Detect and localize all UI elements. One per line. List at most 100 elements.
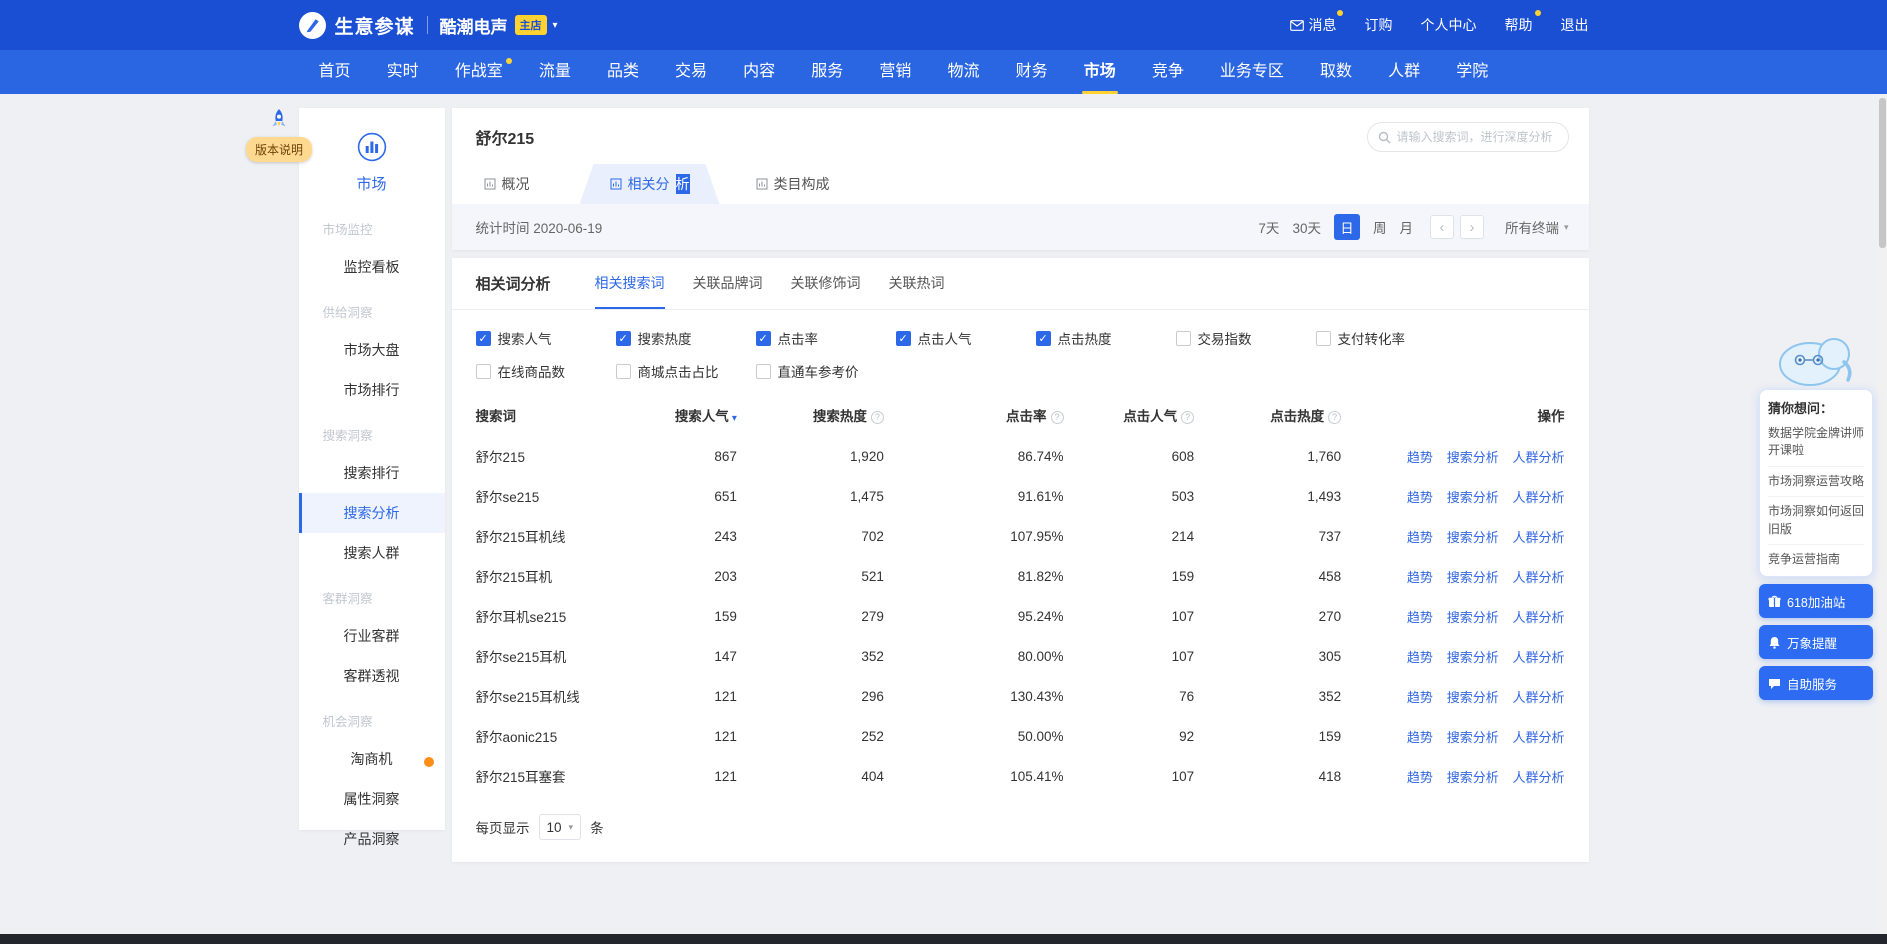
search-analysis-link[interactable]: 搜索分析 <box>1447 490 1499 505</box>
search-analysis-link[interactable]: 搜索分析 <box>1447 610 1499 625</box>
nav-content[interactable]: 内容 <box>743 50 775 94</box>
nav-market[interactable]: 市场 <box>1084 50 1116 94</box>
nav-crowd[interactable]: 人群 <box>1388 50 1420 94</box>
crowd-analysis-link[interactable]: 人群分析 <box>1512 490 1564 505</box>
question-circle-icon[interactable]: ? <box>1181 411 1194 424</box>
filter-click-rate[interactable]: 点击率 <box>756 328 896 348</box>
browser-scrollbar[interactable] <box>1878 94 1887 934</box>
crowd-analysis-link[interactable]: 人群分析 <box>1512 570 1564 585</box>
tab-overview[interactable]: 概况 <box>476 164 538 204</box>
nav-category[interactable]: 品类 <box>607 50 639 94</box>
nav-finance[interactable]: 财务 <box>1016 50 1048 94</box>
col-search-popularity[interactable]: 搜索人气▾ <box>639 394 737 436</box>
nav-academy[interactable]: 学院 <box>1456 50 1488 94</box>
elephant-mascot-icon[interactable] <box>1759 330 1873 393</box>
granularity-month-button[interactable]: 月 <box>1399 217 1413 237</box>
col-click-popularity[interactable]: 点击人气? <box>1064 394 1195 436</box>
event-618-button[interactable]: 618加油站 <box>1759 584 1873 618</box>
trend-link[interactable]: 趋势 <box>1407 730 1433 745</box>
profile-link[interactable]: 个人中心 <box>1421 15 1477 35</box>
version-note-label[interactable]: 版本说明 <box>246 137 312 162</box>
subtab-related-modifier-words[interactable]: 关联修饰词 <box>791 258 861 309</box>
subscribe-link[interactable]: 订购 <box>1365 15 1393 35</box>
self-service-button[interactable]: 自助服务 <box>1759 666 1873 700</box>
sidebar-item-search-crowd[interactable]: 搜索人群 <box>299 533 445 573</box>
nav-traffic[interactable]: 流量 <box>539 50 571 94</box>
trend-link[interactable]: 趋势 <box>1407 650 1433 665</box>
nav-home[interactable]: 首页 <box>319 50 351 94</box>
keyword-search-box[interactable] <box>1367 122 1569 152</box>
filter-search-popularity[interactable]: 搜索人气 <box>476 328 616 348</box>
granularity-day-button[interactable]: 日 <box>1334 214 1360 240</box>
col-click-rate[interactable]: 点击率? <box>884 394 1064 436</box>
question-link[interactable]: 竞争运营指南 <box>1768 545 1864 574</box>
nav-war-room[interactable]: 作战室 <box>455 50 503 94</box>
trend-link[interactable]: 趋势 <box>1407 570 1433 585</box>
trend-link[interactable]: 趋势 <box>1407 530 1433 545</box>
nav-marketing[interactable]: 营销 <box>879 50 911 94</box>
range-7d-button[interactable]: 7天 <box>1258 217 1279 237</box>
search-input[interactable] <box>1397 130 1558 144</box>
search-analysis-link[interactable]: 搜索分析 <box>1447 450 1499 465</box>
terminal-filter-dropdown[interactable]: 所有终端 ▾ <box>1505 217 1569 237</box>
nav-realtime[interactable]: 实时 <box>387 50 419 94</box>
sidebar-item-crowd-perspective[interactable]: 客群透视 <box>299 656 445 696</box>
sort-desc-icon[interactable]: ▾ <box>732 413 737 424</box>
scrollbar-thumb[interactable] <box>1879 98 1886 248</box>
sidebar-item-attribute-insight[interactable]: 属性洞察 <box>299 779 445 819</box>
search-analysis-link[interactable]: 搜索分析 <box>1447 770 1499 785</box>
sidebar-item-search-analysis[interactable]: 搜索分析 <box>299 493 445 533</box>
shop-chevron-down-icon[interactable]: ▾ <box>553 20 558 31</box>
next-date-button[interactable]: › <box>1460 215 1484 239</box>
nav-trade[interactable]: 交易 <box>675 50 707 94</box>
granularity-week-button[interactable]: 周 <box>1373 217 1387 237</box>
sidebar-item-tao-opportunity[interactable]: 淘商机 <box>299 739 445 779</box>
crowd-analysis-link[interactable]: 人群分析 <box>1512 690 1564 705</box>
trend-link[interactable]: 趋势 <box>1407 770 1433 785</box>
question-circle-icon[interactable]: ? <box>1328 411 1341 424</box>
filter-click-popularity[interactable]: 点击人气 <box>896 328 1036 348</box>
filter-trade-index[interactable]: 交易指数 <box>1176 328 1316 348</box>
reminder-button[interactable]: 万象提醒 <box>1759 625 1873 659</box>
question-link[interactable]: 市场洞察如何返回旧版 <box>1768 497 1864 545</box>
nav-business-zone[interactable]: 业务专区 <box>1220 50 1284 94</box>
question-circle-icon[interactable]: ? <box>871 411 884 424</box>
crowd-analysis-link[interactable]: 人群分析 <box>1512 770 1564 785</box>
sidebar-item-search-ranking[interactable]: 搜索排行 <box>299 453 445 493</box>
version-note-float[interactable]: 版本说明 <box>246 108 312 162</box>
col-search-heat[interactable]: 搜索热度? <box>737 394 884 436</box>
crowd-analysis-link[interactable]: 人群分析 <box>1512 650 1564 665</box>
question-link[interactable]: 数据学院金牌讲师开课啦 <box>1768 419 1864 467</box>
trend-link[interactable]: 趋势 <box>1407 690 1433 705</box>
nav-competition[interactable]: 竞争 <box>1152 50 1184 94</box>
prev-date-button[interactable]: ‹ <box>1430 215 1454 239</box>
search-analysis-link[interactable]: 搜索分析 <box>1447 690 1499 705</box>
nav-service[interactable]: 服务 <box>811 50 843 94</box>
help-link[interactable]: 帮助 <box>1505 15 1533 35</box>
nav-logistics[interactable]: 物流 <box>947 50 979 94</box>
logout-link[interactable]: 退出 <box>1561 15 1589 35</box>
filter-mall-click-share[interactable]: 商城点击占比 <box>616 361 756 381</box>
sidebar-item-market-overview[interactable]: 市场大盘 <box>299 330 445 370</box>
filter-pay-conversion[interactable]: 支付转化率 <box>1316 328 1456 348</box>
trend-link[interactable]: 趋势 <box>1407 490 1433 505</box>
col-click-heat[interactable]: 点击热度? <box>1194 394 1341 436</box>
sidebar-item-market-ranking[interactable]: 市场排行 <box>299 370 445 410</box>
crowd-analysis-link[interactable]: 人群分析 <box>1512 610 1564 625</box>
crowd-analysis-link[interactable]: 人群分析 <box>1512 730 1564 745</box>
logo[interactable]: 生意参谋 <box>299 12 415 39</box>
crowd-analysis-link[interactable]: 人群分析 <box>1512 450 1564 465</box>
search-analysis-link[interactable]: 搜索分析 <box>1447 730 1499 745</box>
subtab-related-brand-words[interactable]: 关联品牌词 <box>693 258 763 309</box>
subtab-related-search-words[interactable]: 相关搜索词 <box>595 258 665 309</box>
subtab-related-hot-words[interactable]: 关联热词 <box>889 258 945 309</box>
question-link[interactable]: 市场洞察运营攻略 <box>1768 467 1864 497</box>
range-30d-button[interactable]: 30天 <box>1292 217 1321 237</box>
filter-online-products[interactable]: 在线商品数 <box>476 361 616 381</box>
trend-link[interactable]: 趋势 <box>1407 450 1433 465</box>
trend-link[interactable]: 趋势 <box>1407 610 1433 625</box>
nav-data-fetch[interactable]: 取数 <box>1320 50 1352 94</box>
search-analysis-link[interactable]: 搜索分析 <box>1447 530 1499 545</box>
sidebar-item-monitor-board[interactable]: 监控看板 <box>299 247 445 287</box>
tab-related-analysis[interactable]: 相关分析 <box>580 164 720 204</box>
